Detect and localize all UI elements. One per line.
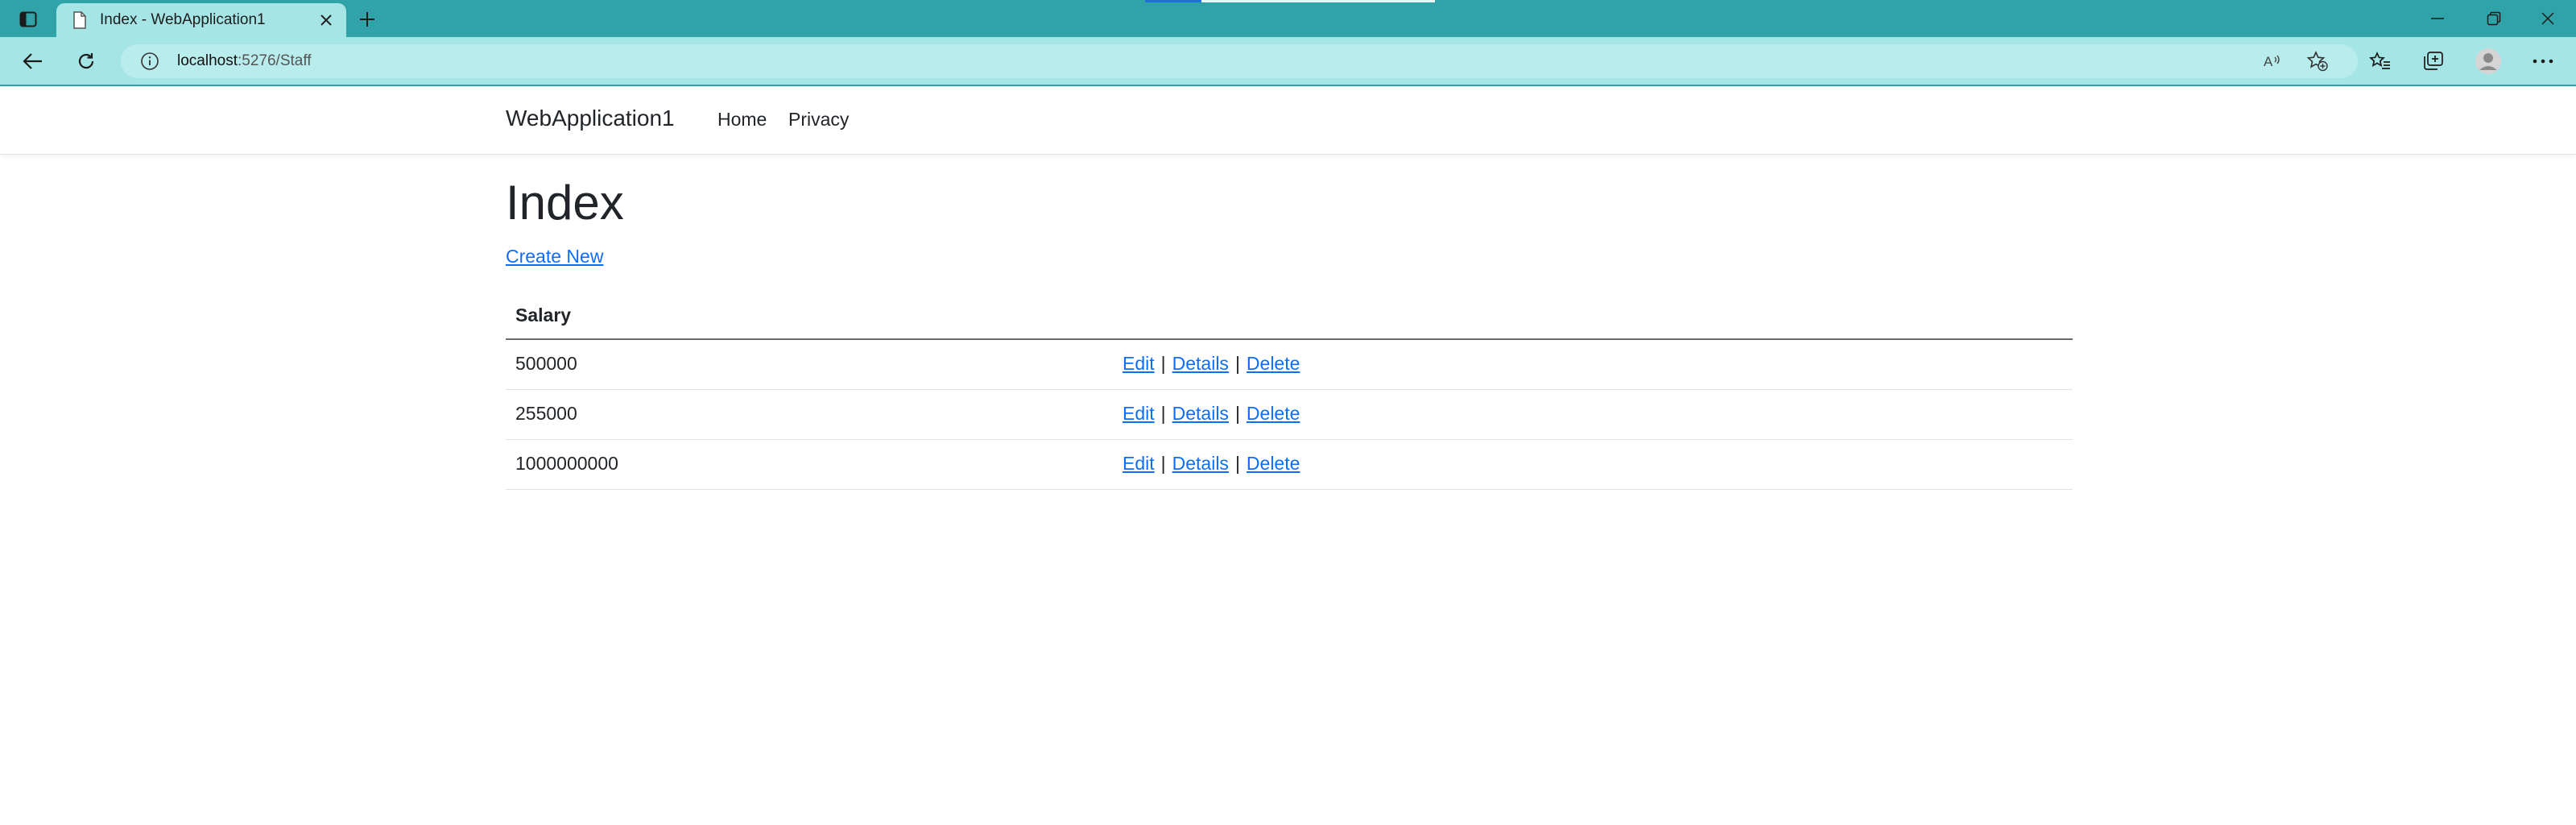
url-path: :5276/Staff — [238, 52, 312, 69]
row-actions: Edit | Details | Delete — [1123, 403, 1300, 425]
edit-link[interactable]: Edit — [1123, 353, 1155, 374]
create-new-link[interactable]: Create New — [506, 246, 603, 267]
browser-tab-active[interactable]: Index - WebApplication1 — [56, 3, 346, 37]
collections-icon — [2422, 51, 2445, 72]
info-icon[interactable] — [139, 50, 161, 73]
nav-link-home[interactable]: Home — [717, 109, 767, 131]
profile-button[interactable] — [2467, 44, 2509, 79]
edit-link[interactable]: Edit — [1123, 453, 1155, 474]
table-row: 255000 Edit | Details | Delete — [506, 390, 2073, 440]
restore-button[interactable] — [2466, 0, 2522, 37]
details-link[interactable]: Details — [1172, 403, 1229, 424]
back-arrow-icon — [23, 52, 43, 70]
address-bar[interactable]: localhost:5276/Staff A — [121, 44, 2358, 78]
more-icon — [2533, 58, 2553, 64]
delete-link[interactable]: Delete — [1247, 353, 1300, 374]
salary-cell: 1000000000 — [515, 453, 618, 474]
minimize-icon — [2430, 17, 2445, 20]
action-separator: | — [1160, 353, 1166, 374]
site-navbar: WebApplication1 Home Privacy — [0, 86, 2576, 155]
table-header-row: Salary — [506, 293, 2073, 340]
browser-titlebar: Index - WebApplication1 — [0, 0, 2576, 37]
restore-icon — [2487, 11, 2501, 26]
plus-icon — [358, 10, 376, 28]
row-actions: Edit | Details | Delete — [1123, 453, 1300, 475]
url-host: localhost — [177, 52, 238, 69]
staff-table: Salary 500000 Edit | Details | Delete 255000… — [506, 293, 2073, 490]
loading-indicator — [1145, 0, 1201, 2]
tab-actions-icon — [19, 11, 37, 27]
tab-close-button[interactable] — [312, 6, 340, 34]
table-row: 1000000000 Edit | Details | Delete — [506, 440, 2073, 490]
details-link[interactable]: Details — [1172, 353, 1229, 374]
action-separator: | — [1160, 453, 1166, 474]
delete-link[interactable]: Delete — [1247, 403, 1300, 424]
new-tab-button[interactable] — [351, 5, 383, 34]
close-icon — [320, 14, 333, 27]
profile-icon — [2475, 48, 2502, 75]
salary-cell: 500000 — [515, 353, 577, 374]
favorites-icon — [2369, 51, 2392, 72]
delete-link[interactable]: Delete — [1247, 453, 1300, 474]
collections-button[interactable] — [2413, 44, 2454, 79]
favorites-button[interactable] — [2359, 44, 2401, 79]
action-separator: | — [1160, 403, 1166, 424]
row-actions: Edit | Details | Delete — [1123, 353, 1300, 375]
page-favicon-icon — [71, 10, 89, 30]
window-close-icon — [2541, 11, 2555, 26]
action-separator: | — [1234, 453, 1240, 474]
action-separator: | — [1234, 353, 1240, 374]
add-favorite-icon[interactable] — [2303, 48, 2332, 75]
action-separator: | — [1234, 403, 1240, 424]
svg-text:A: A — [2264, 54, 2273, 69]
refresh-button[interactable] — [68, 44, 105, 79]
read-aloud-icon[interactable]: A — [2260, 48, 2289, 75]
back-button[interactable] — [14, 44, 52, 79]
browser-toolbar: localhost:5276/Staff A — [0, 37, 2576, 86]
tab-actions-button[interactable] — [11, 6, 45, 32]
loading-indicator-track — [1201, 0, 1435, 2]
page-title: Index — [506, 176, 624, 230]
more-button[interactable] — [2522, 44, 2564, 79]
nav-link-privacy[interactable]: Privacy — [788, 109, 849, 131]
table-row: 500000 Edit | Details | Delete — [506, 340, 2073, 390]
edit-link[interactable]: Edit — [1123, 403, 1155, 424]
refresh-icon — [76, 52, 96, 71]
minimize-button[interactable] — [2409, 0, 2466, 37]
details-link[interactable]: Details — [1172, 453, 1229, 474]
column-header-salary: Salary — [515, 305, 572, 325]
navbar-brand[interactable]: WebApplication1 — [506, 106, 675, 131]
window-close-button[interactable] — [2520, 0, 2576, 37]
salary-cell: 255000 — [515, 403, 577, 424]
tab-title: Index - WebApplication1 — [100, 11, 266, 28]
url-text[interactable]: localhost:5276/Staff — [177, 52, 312, 70]
